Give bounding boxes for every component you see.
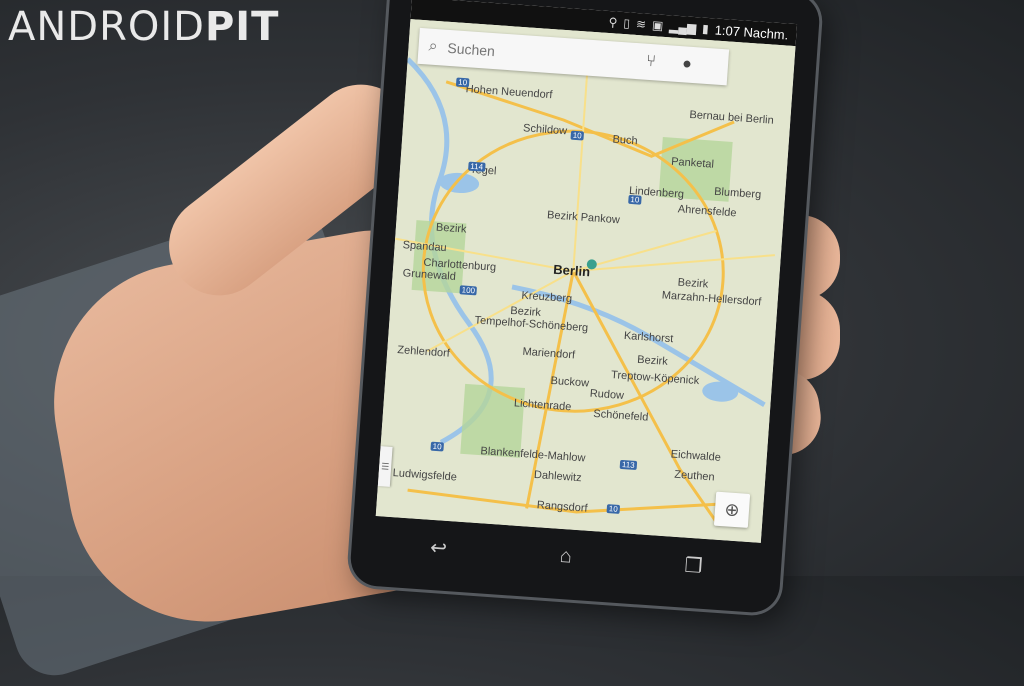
wifi-icon: ≋ [635,16,647,32]
map-label-bezirk[interactable]: Bezirk [637,354,668,368]
account-icon[interactable]: ● [672,50,702,80]
location-icon: ⚲ [608,15,618,30]
androidpit-watermark: ANDROIDPIT [8,4,280,50]
highway-shield: 10 [430,441,444,452]
highway-shield: 114 [468,161,486,172]
my-location-icon: ⊕ [723,498,741,520]
phone-screen: ⚲ ▯ ≋ ▣ ▂▄▆ ▮ 1:07 Nachm. Berlin Bezirk … [375,0,798,543]
map-label-buckow[interactable]: Buckow [550,375,589,390]
highway-shield: 113 [619,459,637,471]
highway-shield: 100 [459,285,478,296]
battery-icon: ▮ [701,21,710,36]
map-label-berlin[interactable]: Berlin [553,262,591,280]
map-view[interactable]: Berlin Bezirk Pankow Marzahn-Hellersdorf… [375,19,796,543]
highway-shield: 10 [455,77,470,88]
back-icon[interactable]: ↩ [429,534,447,560]
highway-shield: 10 [628,194,642,205]
my-location-button[interactable]: ⊕ [713,491,751,528]
map-label-bezirk[interactable]: Bezirk [677,276,708,290]
map-label-rudow[interactable]: Rudow [589,388,624,402]
map-label-buch[interactable]: Buch [612,134,638,148]
phone: ⚲ ▯ ≋ ▣ ▂▄▆ ▮ 1:07 Nachm. Berlin Bezirk … [348,0,822,615]
highway-shield: 10 [570,130,584,141]
battery-saver-icon: ▣ [651,18,664,33]
recents-icon[interactable]: ❐ [684,552,704,578]
map-label-bezirk[interactable]: Bezirk [436,221,467,235]
status-time: 1:07 Nachm. [714,21,789,43]
search-icon: ⌕ [428,37,439,56]
highway-shield: 10 [606,504,620,514]
search-input[interactable] [444,38,630,70]
signal-icon: ▂▄▆ [668,19,697,36]
home-icon[interactable]: ⌂ [559,544,573,568]
map-label-bezirk[interactable]: Bezirk [510,305,541,319]
vibrate-icon: ▯ [622,16,631,31]
directions-icon[interactable]: ⑂ [636,47,666,77]
